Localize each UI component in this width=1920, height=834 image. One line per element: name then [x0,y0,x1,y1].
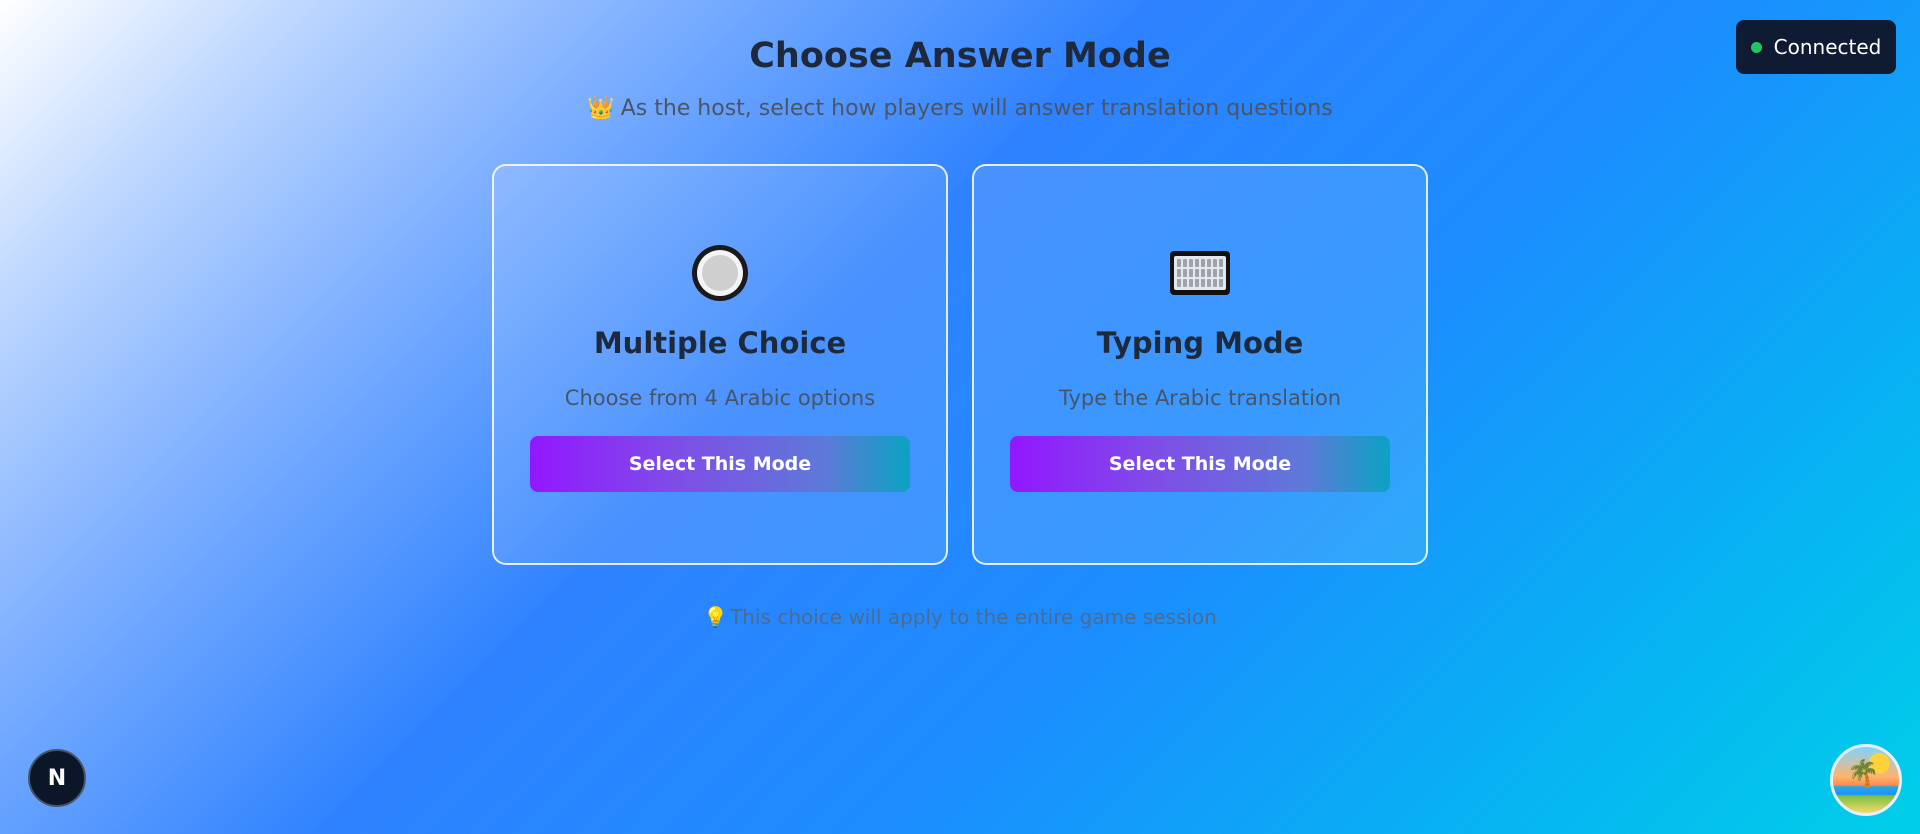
card-title: Multiple Choice [593,326,847,360]
nextjs-dev-tools-button[interactable]: N [28,749,86,807]
mode-card-typing[interactable]: Typing Mode Type the Arabic translation … [972,164,1428,565]
select-multiple-choice-button[interactable]: Select This Mode [530,436,910,492]
card-description: Choose from 4 Arabic options [564,386,876,410]
connection-status-badge: Connected [1736,20,1896,74]
footnote-text: This choice will apply to the entire gam… [730,605,1217,629]
keyboard-icon [1170,251,1230,295]
footnote: 💡 This choice will apply to the entire ga… [0,605,1920,629]
lightbulb-icon: 💡 [703,605,729,629]
radio-button-icon [692,245,748,301]
page: Choose Answer Mode 👑 As the host, select … [0,0,1920,834]
palm-tree-icon: 🌴 [1847,759,1880,789]
n-logo-icon: N [47,765,67,791]
connection-status-label: Connected [1773,35,1882,59]
crown-icon: 👑 [587,96,615,121]
subtitle-text: As the host, select how players will ans… [620,96,1333,121]
card-title: Typing Mode [1096,326,1304,360]
mode-cards: Multiple Choice Choose from 4 Arabic opt… [492,164,1428,565]
island-icon[interactable]: 🌴 [1830,744,1902,816]
status-dot-icon [1750,41,1762,53]
page-subtitle: 👑 As the host, select how players will an… [0,96,1920,121]
mode-card-multiple-choice[interactable]: Multiple Choice Choose from 4 Arabic opt… [492,164,948,565]
page-title: Choose Answer Mode [749,36,1171,76]
select-typing-mode-button[interactable]: Select This Mode [1010,436,1390,492]
card-description: Type the Arabic translation [1058,386,1342,410]
